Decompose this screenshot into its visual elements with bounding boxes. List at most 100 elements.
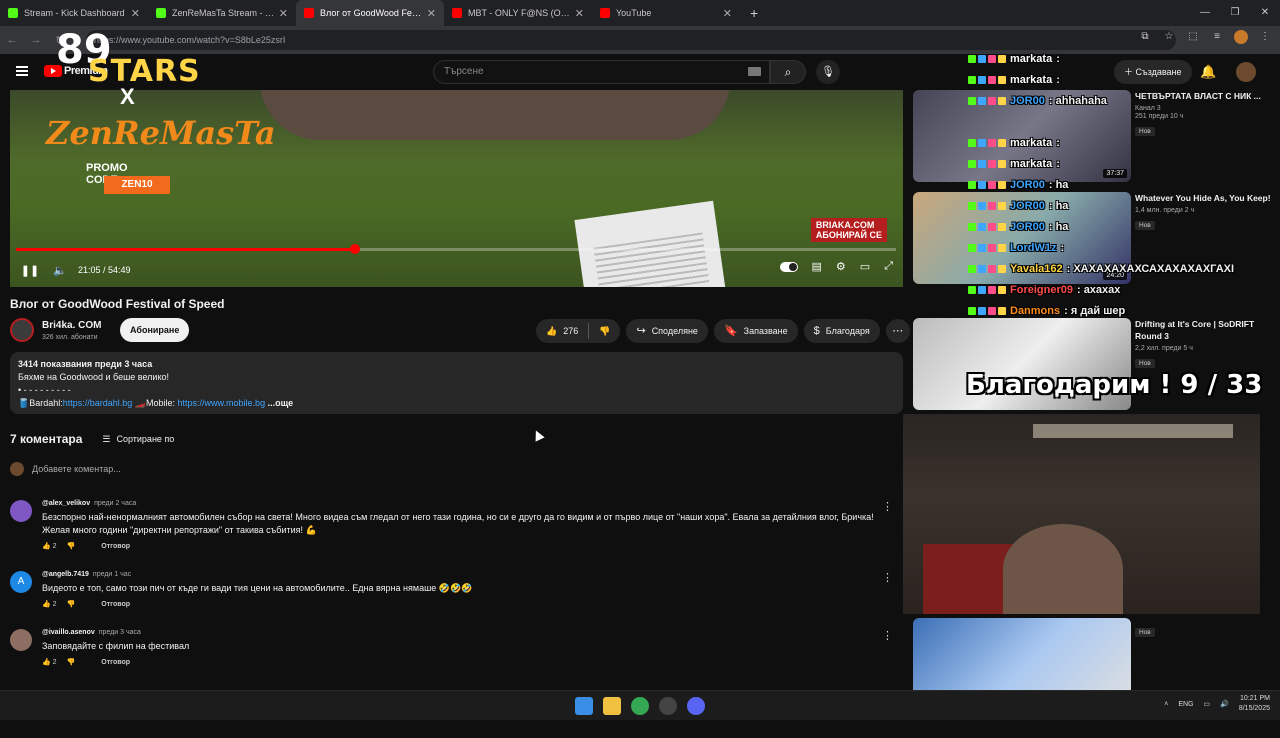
minimize-icon[interactable]: — <box>1190 0 1220 26</box>
media-controls-icon[interactable]: ≡ <box>1210 30 1224 44</box>
channel-subscribers: 326 хил. абонати <box>42 333 98 341</box>
maximize-icon[interactable]: ❐ <box>1220 0 1250 26</box>
comment-avatar[interactable] <box>10 500 32 522</box>
comment-dislike-icon[interactable]: 👎 <box>67 658 76 666</box>
mobile-link[interactable]: https://www.mobile.bg <box>178 398 266 408</box>
time-display: 21:05 / 54:49 <box>78 265 131 275</box>
comment-author[interactable]: @alex_velikov <box>42 500 90 507</box>
back-icon[interactable]: ← <box>0 34 24 46</box>
menu-icon[interactable] <box>16 66 28 76</box>
recommended-video[interactable]: 29:45Нов <box>913 618 1280 738</box>
theater-mode-icon[interactable]: ▭ <box>860 260 870 273</box>
volume-icon[interactable]: 🔈 <box>50 264 70 277</box>
comment-reply-button[interactable]: Отговор <box>101 543 130 550</box>
network-icon[interactable]: ▭ <box>1204 700 1211 708</box>
keyboard-icon[interactable] <box>748 67 761 76</box>
browser-tab[interactable]: YouTube ✕ <box>592 0 740 26</box>
settings-gear-icon[interactable]: ⚙ <box>836 260 846 273</box>
thumbs-down-icon: 👎 <box>599 326 611 336</box>
comment-menu-icon[interactable]: ⋮ <box>882 629 893 642</box>
browser-menu-icon[interactable]: ⋮ <box>1258 30 1272 44</box>
thanks-button[interactable]: $ Благодаря <box>803 319 880 343</box>
search-input[interactable]: Търсене <box>433 60 770 84</box>
discord-icon[interactable] <box>687 697 705 715</box>
forward-icon[interactable]: → <box>24 34 48 46</box>
fullscreen-icon[interactable]: ⤢ <box>884 260 893 273</box>
comment-menu-icon[interactable]: ⋮ <box>882 571 893 584</box>
clock[interactable]: 10:21 PM 8/15/2025 <box>1239 694 1270 714</box>
comment-avatar[interactable] <box>10 629 32 651</box>
profile-avatar[interactable] <box>1234 30 1248 44</box>
file-explorer-icon[interactable] <box>603 697 621 715</box>
tab-close-icon[interactable]: ✕ <box>279 7 288 20</box>
channel-name[interactable]: Bri4ka. COM <box>42 320 101 331</box>
chat-badges <box>968 222 1006 231</box>
browser-tab[interactable]: Влог от GoodWood Festiva ✕ <box>296 0 444 26</box>
comment-menu-icon[interactable]: ⋮ <box>882 500 893 513</box>
tab-close-icon[interactable]: ✕ <box>427 7 436 20</box>
pause-icon[interactable]: ❚❚ <box>10 264 50 277</box>
browser-tab[interactable]: MBT - ONLY F@NS (Official Au ✕ <box>444 0 592 26</box>
show-more-link[interactable]: ...още <box>265 398 294 408</box>
chat-message: markata: <box>968 69 1280 90</box>
new-tab-icon[interactable]: + <box>740 5 768 21</box>
add-comment[interactable]: Добавете коментар... <box>10 462 121 476</box>
dislike-button[interactable]: 👎 <box>589 319 620 343</box>
volume-tray-icon[interactable]: 🔊 <box>1220 700 1229 708</box>
comment-like-count: 2 <box>52 601 57 608</box>
comment-time[interactable]: преди 2 часа <box>94 500 136 507</box>
progress-bar[interactable] <box>16 244 896 254</box>
comment-like-button[interactable]: 👍 2 <box>42 600 57 608</box>
video-frame-car <box>260 90 730 140</box>
comment-reply-button[interactable]: Отговор <box>101 601 130 608</box>
description-box[interactable]: 3414 показвания преди 3 часа Бяхме на Go… <box>10 352 903 414</box>
comment-dislike-icon[interactable]: 👎 <box>67 600 76 608</box>
comment-author[interactable]: @ivaillo.asenov <box>42 629 95 636</box>
tab-close-icon[interactable]: ✕ <box>723 7 732 20</box>
like-button[interactable]: 👍 276 <box>536 319 588 343</box>
subscribe-button[interactable]: Абониране <box>120 318 190 342</box>
tray-chevron-icon[interactable]: ˄ <box>1164 701 1168 708</box>
bookmark-star-icon[interactable]: ☆ <box>1162 30 1176 44</box>
window-close-icon[interactable]: ✕ <box>1250 0 1280 26</box>
microphone-icon[interactable]: 🎙 <box>816 60 840 84</box>
more-actions-icon[interactable]: ⋯ <box>885 319 910 343</box>
chat-text: : <box>1056 136 1060 149</box>
share-button[interactable]: ↪ Споделяне <box>626 319 708 343</box>
tab-close-icon[interactable]: ✕ <box>575 7 584 20</box>
browser-tab[interactable]: ZenReMasTa Stream - Watch Li ✕ <box>148 0 296 26</box>
chat-username: markata <box>1010 136 1053 149</box>
chrome-icon[interactable] <box>631 697 649 715</box>
tab-title: YouTube <box>616 8 652 18</box>
add-comment-input[interactable]: Добавете коментар... <box>32 464 121 474</box>
search-button[interactable]: ⌕ <box>770 60 806 84</box>
comment-dislike-icon[interactable]: 👎 <box>67 542 76 550</box>
share-icon: ↪ <box>636 325 646 337</box>
browser-tab[interactable]: Stream - Kick Dashboard ✕ <box>0 0 148 26</box>
channel-avatar[interactable] <box>10 318 34 342</box>
chat-username: markata <box>1010 73 1053 86</box>
channel-info[interactable]: Bri4ka. COM 326 хил. абонати <box>10 318 101 342</box>
sort-button[interactable]: ☰ Сортиране по <box>102 434 174 445</box>
share-label: Споделяне <box>651 326 698 336</box>
comment-author[interactable]: @angelb.7419 <box>42 571 89 578</box>
windows-start-icon[interactable] <box>575 697 593 715</box>
comment-time[interactable]: преди 3 часа <box>99 629 141 636</box>
bardahl-link[interactable]: https://bardahl.bg <box>63 398 133 408</box>
subtitles-icon[interactable]: ▤ <box>812 260 822 273</box>
comment-time[interactable]: преди 1 час <box>93 571 131 578</box>
new-badge: Нов <box>1135 628 1155 637</box>
obs-icon[interactable] <box>659 697 677 715</box>
open-in-app-icon[interactable]: ⧉ <box>1138 30 1152 44</box>
save-button[interactable]: 🔖 Запазване <box>713 319 798 343</box>
progress-scrubber[interactable] <box>349 244 360 254</box>
autoplay-toggle[interactable] <box>779 261 798 272</box>
comment-like-button[interactable]: 👍 2 <box>42 658 57 666</box>
language-indicator[interactable]: ENG <box>1178 701 1193 708</box>
address-bar[interactable]: https://www.youtube.com/watch?v=S8bLe25z… <box>86 30 1176 50</box>
tab-close-icon[interactable]: ✕ <box>131 7 140 20</box>
comment-reply-button[interactable]: Отговор <box>101 659 130 666</box>
comment-like-button[interactable]: 👍 2 <box>42 542 57 550</box>
comment-avatar[interactable]: A <box>10 571 32 593</box>
extensions-icon[interactable]: ⬚ <box>1186 30 1200 44</box>
